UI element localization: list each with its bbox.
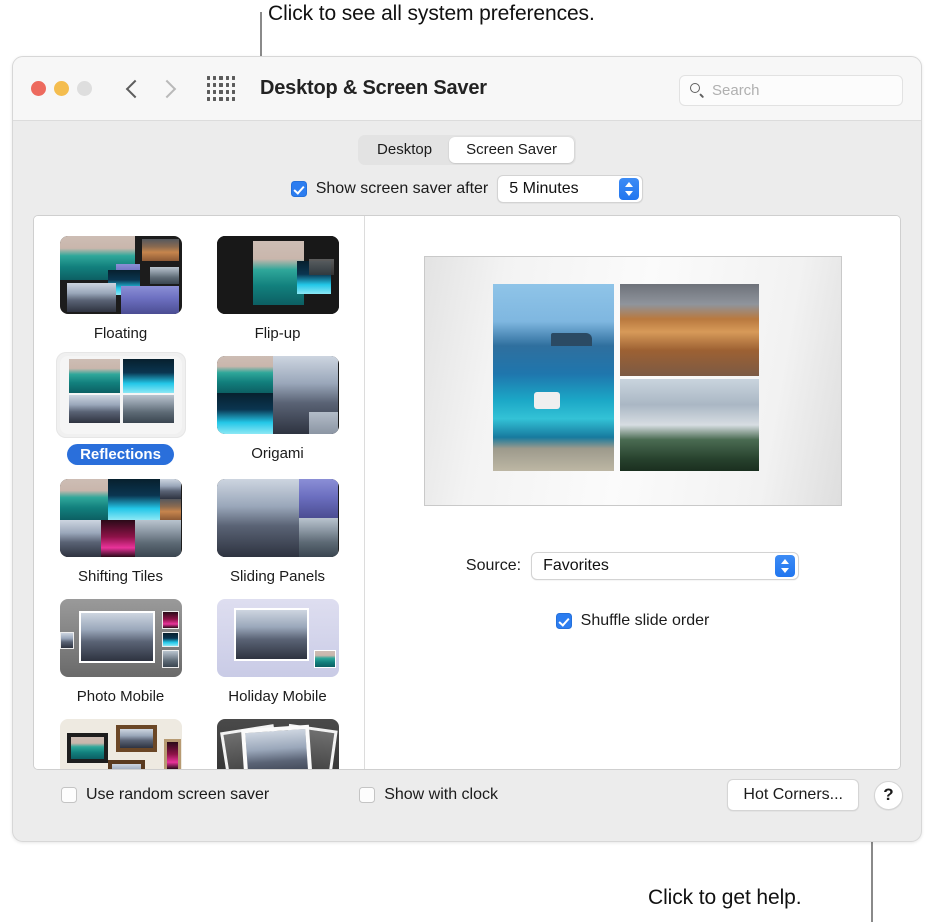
screen-saver-item-label: Shifting Tiles (78, 568, 163, 585)
thumbnail-frame (213, 715, 343, 769)
thumbnail-frame (56, 352, 186, 438)
thumbnail-frame (56, 232, 186, 318)
source-row: Source: Favorites (466, 552, 799, 580)
show-with-clock-row: Show with clock (359, 786, 498, 804)
screen-saver-item-flip-up[interactable]: Flip-up (199, 222, 356, 342)
use-random-screen-saver-label: Use random screen saver (86, 786, 269, 804)
search-input[interactable] (712, 82, 882, 99)
callout-top-text: Click to see all system preferences. (268, 2, 595, 26)
screen-saver-item-origami[interactable]: Origami (199, 342, 356, 465)
shuffle-slide-order-label: Shuffle slide order (581, 612, 710, 630)
callout-bottom-text: Click to get help. (648, 886, 801, 910)
screen-saver-item-label: Floating (94, 325, 147, 342)
source-dropdown[interactable]: Favorites (531, 552, 799, 580)
screen-saver-timeout-value: 5 Minutes (498, 180, 619, 198)
zoom-button[interactable] (77, 81, 92, 96)
screen-saver-thumbnail (217, 719, 339, 769)
tab-screen-saver[interactable]: Screen Saver (449, 137, 574, 163)
screen-saver-thumbnail-grid: Floating Flip-up (34, 216, 364, 769)
screen-saver-thumbnail (60, 479, 182, 557)
thumbnail-frame (213, 475, 343, 561)
screen-saver-item-label: Photo Mobile (77, 688, 165, 705)
page-title: Desktop & Screen Saver (260, 77, 487, 100)
screen-saver-item-label: Sliding Panels (230, 568, 325, 585)
screen-saver-thumbnail (217, 599, 339, 677)
show-screen-saver-label: Show screen saver after (316, 180, 489, 198)
preview-photo-desert (620, 284, 759, 376)
thumbnail-frame (56, 715, 186, 769)
shuffle-row: Shuffle slide order (556, 612, 710, 630)
screen-saver-thumbnail (60, 599, 182, 677)
screen-saver-item-shifting-tiles[interactable]: Shifting Tiles (42, 465, 199, 585)
screen-saver-item-label: Holiday Mobile (228, 688, 326, 705)
thumbnail-frame (56, 595, 186, 681)
screen-saver-item-label: Flip-up (255, 325, 301, 342)
window-bottom-bar: Use random screen saver Show with clock … (13, 770, 921, 820)
screen-saver-item-sliding-panels[interactable]: Sliding Panels (199, 465, 356, 585)
thumbnail-frame (213, 595, 343, 681)
shuffle-slide-order-checkbox[interactable] (556, 613, 572, 629)
screen-saver-item-photo-mobile[interactable]: Photo Mobile (42, 585, 199, 705)
screen-saver-item-photo-wall[interactable]: Photo Wall (42, 705, 199, 769)
screen-saver-item-holiday-mobile[interactable]: Holiday Mobile (199, 585, 356, 705)
screen-saver-item-label: Origami (251, 445, 304, 462)
use-random-screen-saver-checkbox[interactable] (61, 787, 77, 803)
screen-saver-item-reflections[interactable]: Reflections (42, 342, 199, 465)
traffic-lights (31, 81, 92, 96)
source-value: Favorites (532, 557, 775, 575)
screen-saver-list[interactable]: Floating Flip-up (34, 216, 364, 769)
window-titlebar: Desktop & Screen Saver (13, 57, 921, 121)
search-icon (690, 83, 705, 98)
source-label: Source: (466, 557, 521, 575)
close-button[interactable] (31, 81, 46, 96)
screen-saver-thumbnail (217, 356, 339, 434)
tab-group: Desktop Screen Saver (358, 135, 576, 165)
callout-bottom-line (871, 838, 873, 922)
thumbnail-frame (213, 352, 343, 438)
show-all-grid-icon[interactable] (204, 74, 238, 104)
chevron-updown-icon (775, 555, 795, 577)
screen-saver-thumbnail (60, 356, 182, 434)
use-random-screen-saver-row: Use random screen saver (61, 786, 269, 804)
screen-saver-preview-pane: Source: Favorites Shuffle slide order (364, 216, 900, 769)
chevron-right-icon (158, 79, 176, 97)
screen-saver-item-floating[interactable]: Floating (42, 222, 199, 342)
show-screen-saver-row: Show screen saver after 5 Minutes (13, 175, 921, 215)
search-field[interactable] (679, 75, 903, 106)
show-with-clock-label: Show with clock (384, 786, 498, 804)
show-with-clock-checkbox[interactable] (359, 787, 375, 803)
screen-saver-thumbnail (60, 236, 182, 314)
preview-collage (493, 284, 759, 470)
screen-saver-thumbnail (217, 236, 339, 314)
screen-saver-item-label: Reflections (67, 444, 174, 465)
preview-photo-sea (493, 284, 614, 471)
hot-corners-button[interactable]: Hot Corners... (727, 779, 859, 811)
thumbnail-frame (213, 232, 343, 318)
show-screen-saver-checkbox[interactable] (291, 181, 307, 197)
screen-saver-preview[interactable] (424, 256, 842, 506)
minimize-button[interactable] (54, 81, 69, 96)
tab-desktop[interactable]: Desktop (360, 137, 449, 163)
screen-saver-thumbnail (217, 479, 339, 557)
screen-saver-item-vintage-prints[interactable]: Vintage Prints (199, 705, 356, 769)
chevron-left-icon (126, 79, 144, 97)
chevron-updown-icon (619, 178, 639, 200)
screen-saver-thumbnail (60, 719, 182, 769)
thumbnail-frame (56, 475, 186, 561)
forward-button[interactable] (156, 76, 182, 102)
back-button[interactable] (120, 76, 146, 102)
tab-bar: Desktop Screen Saver (13, 121, 921, 175)
preview-photo-forest (620, 379, 759, 471)
screen-saver-content-panel: Floating Flip-up (33, 215, 901, 770)
help-button[interactable]: ? (874, 781, 903, 810)
preferences-window: Desktop & Screen Saver Desktop Screen Sa… (12, 56, 922, 842)
screen-saver-timeout-dropdown[interactable]: 5 Minutes (497, 175, 643, 203)
